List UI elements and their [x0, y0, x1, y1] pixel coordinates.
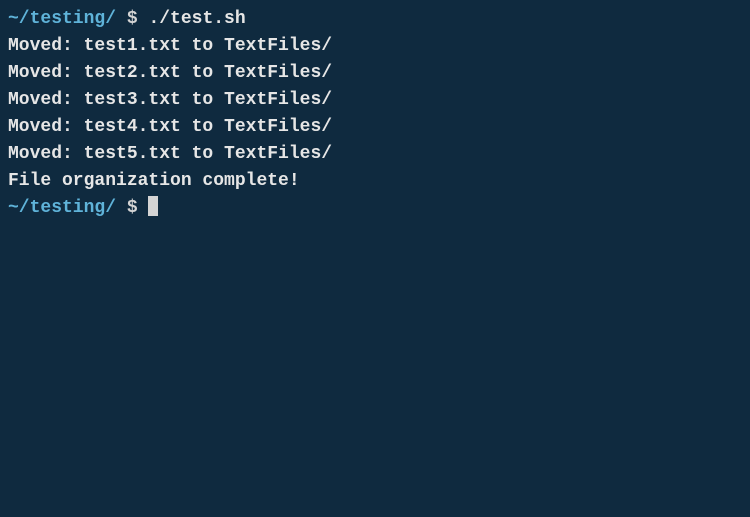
cursor-icon[interactable]: [148, 196, 158, 216]
prompt-line-1: ~/testing/ $ ./test.sh: [8, 6, 742, 33]
command-input[interactable]: ./test.sh: [148, 9, 245, 29]
output-line: Moved: test2.txt to TextFiles/: [8, 60, 742, 87]
output-line: Moved: test3.txt to TextFiles/: [8, 87, 742, 114]
output-line: File organization complete!: [8, 168, 742, 195]
prompt-symbol: $: [116, 9, 148, 29]
prompt-path: ~/testing/: [8, 198, 116, 218]
prompt-symbol: $: [116, 198, 148, 218]
prompt-line-2: ~/testing/ $: [8, 195, 742, 222]
output-line: Moved: test4.txt to TextFiles/: [8, 114, 742, 141]
output-line: Moved: test5.txt to TextFiles/: [8, 141, 742, 168]
prompt-path: ~/testing/: [8, 9, 116, 29]
output-line: Moved: test1.txt to TextFiles/: [8, 33, 742, 60]
